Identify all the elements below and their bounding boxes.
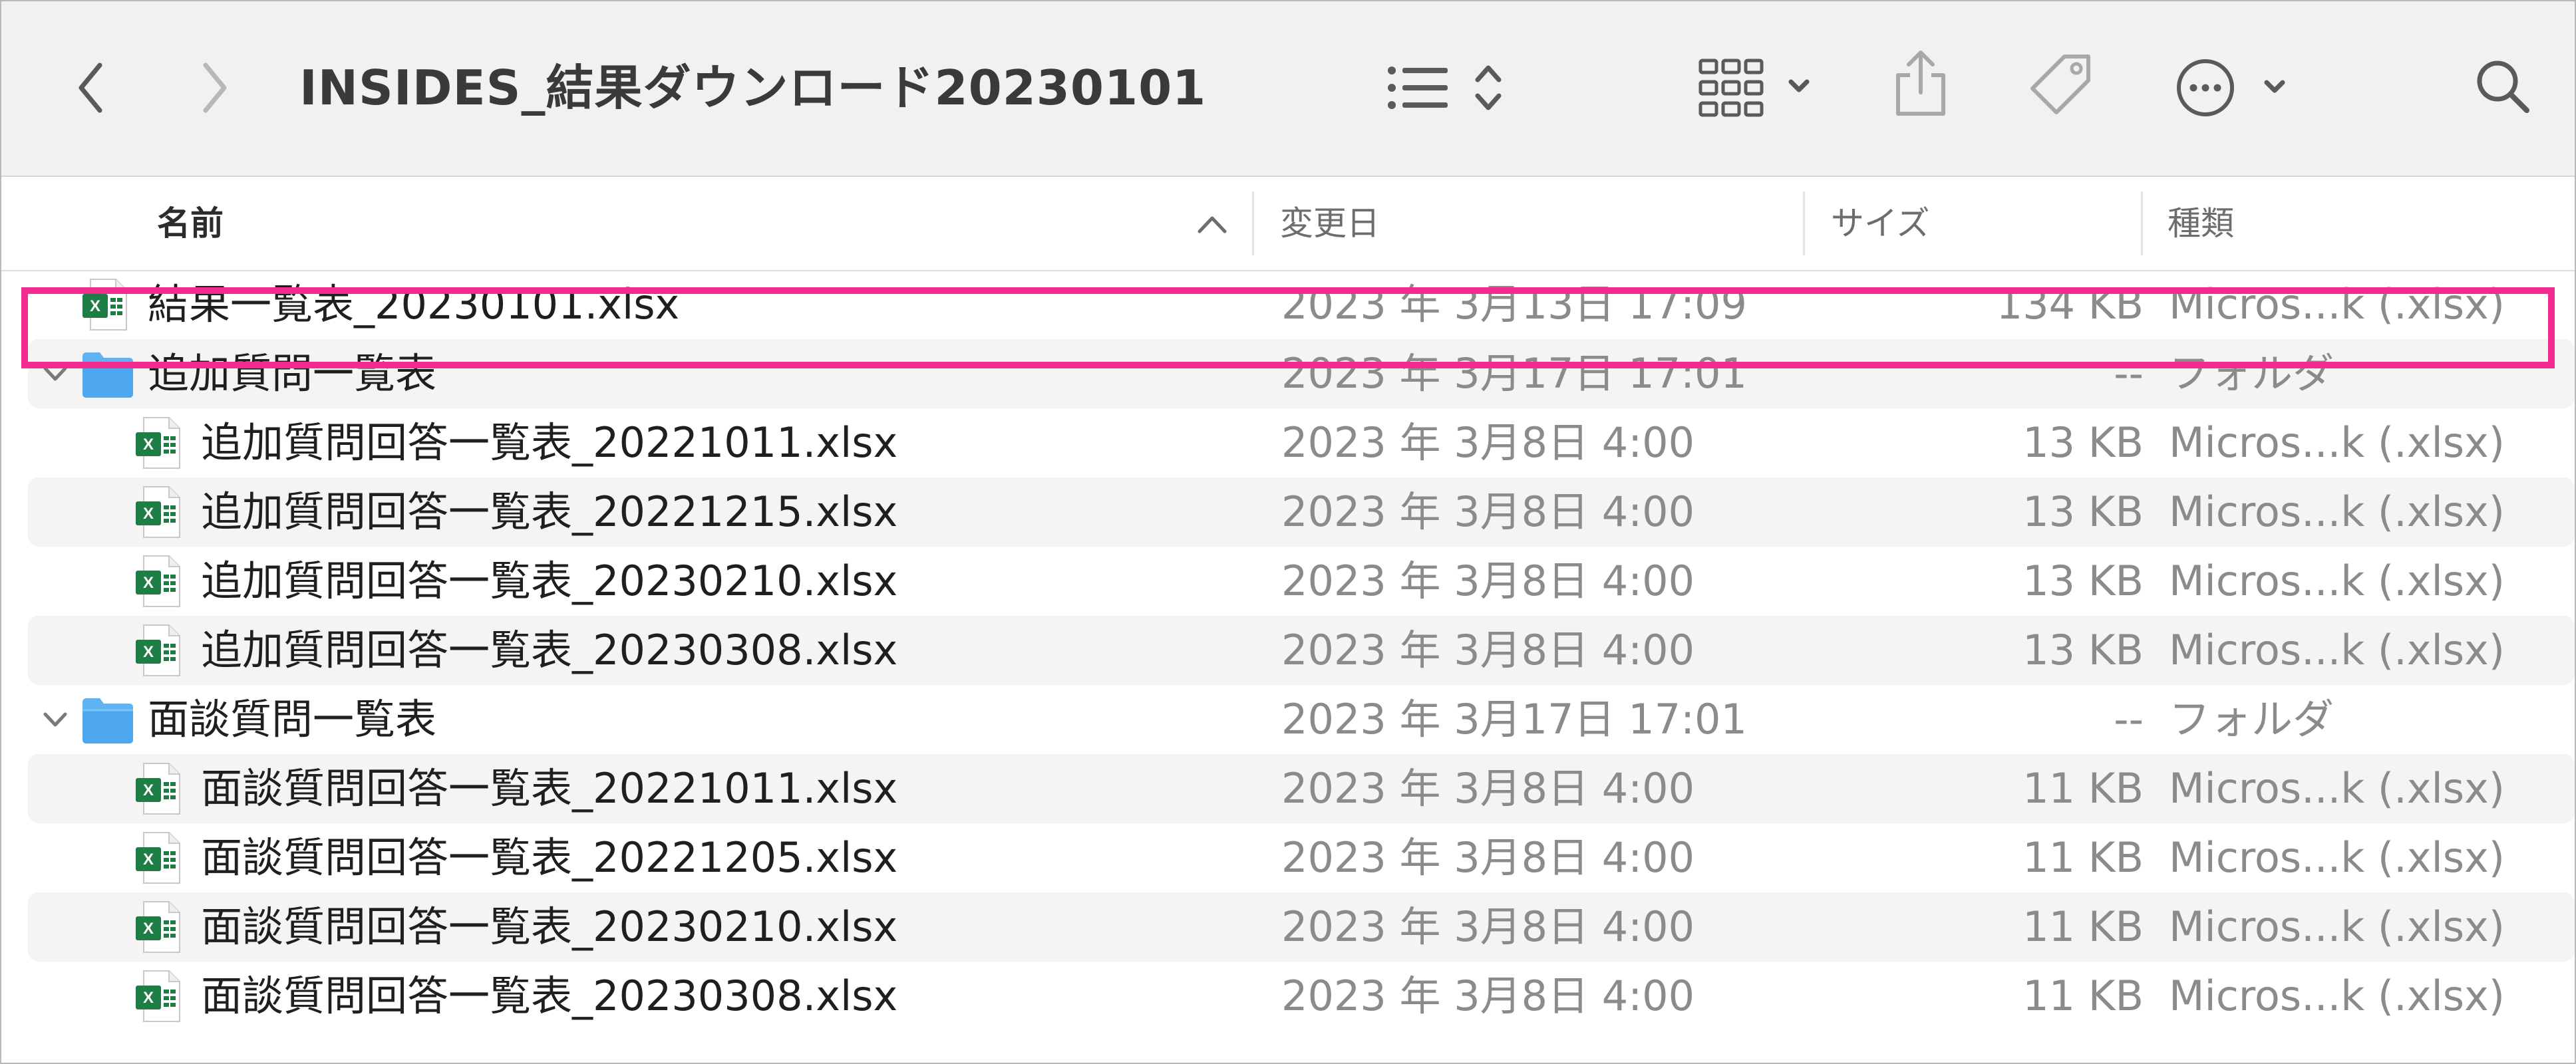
file-size: 13 KB bbox=[2022, 418, 2144, 467]
file-kind: Micros...k (.xlsx) bbox=[2169, 972, 2505, 1020]
file-size: 11 KB bbox=[2022, 902, 2144, 951]
file-name: 面談質問回答一覧表_20230210.xlsx bbox=[201, 902, 898, 951]
file-kind: Micros...k (.xlsx) bbox=[2169, 833, 2505, 882]
file-row[interactable]: X 追加質問回答一覧表_20221215.xlsx 2023 年 3月8日 4:00… bbox=[28, 477, 2575, 547]
svg-text:X: X bbox=[143, 781, 154, 799]
excel-file-icon: X bbox=[134, 624, 181, 680]
disclosure-chevron-icon[interactable] bbox=[39, 704, 72, 737]
column-separator[interactable] bbox=[1252, 192, 1254, 255]
file-kind: Micros...k (.xlsx) bbox=[2169, 557, 2505, 605]
search-button[interactable] bbox=[2470, 53, 2536, 120]
share-icon bbox=[1896, 51, 1945, 116]
svg-text:X: X bbox=[143, 643, 154, 661]
file-row[interactable]: X 面談質問回答一覧表_20230210.xlsx 2023 年 3月8日 4:00… bbox=[28, 892, 2575, 962]
file-modified-date: 2023 年 3月8日 4:00 bbox=[1281, 764, 1695, 813]
file-modified-date: 2023 年 3月17日 17:01 bbox=[1281, 695, 1747, 743]
file-modified-date: 2023 年 3月8日 4:00 bbox=[1281, 972, 1695, 1020]
back-icon bbox=[79, 63, 102, 113]
more-icon bbox=[2177, 59, 2285, 116]
column-kind[interactable]: 種類 bbox=[2168, 177, 2234, 270]
sort-icon bbox=[1475, 65, 1502, 110]
file-kind: Micros...k (.xlsx) bbox=[2169, 626, 2505, 674]
file-kind: Micros...k (.xlsx) bbox=[2169, 764, 2505, 813]
grid-view-icon bbox=[1698, 59, 1810, 117]
tag-icon bbox=[2030, 55, 2090, 114]
forward-button[interactable] bbox=[191, 55, 238, 121]
excel-file-icon: X bbox=[134, 831, 181, 887]
file-modified-date: 2023 年 3月8日 4:00 bbox=[1281, 902, 1695, 951]
file-kind: フォルダ bbox=[2169, 695, 2334, 743]
search-icon bbox=[2477, 61, 2529, 113]
svg-text:X: X bbox=[143, 574, 154, 592]
tag-button[interactable] bbox=[2024, 49, 2097, 122]
file-name: 面談質問一覧表 bbox=[148, 695, 437, 743]
excel-file-icon: X bbox=[134, 762, 181, 818]
file-size: 13 KB bbox=[2022, 487, 2144, 536]
file-size: 11 KB bbox=[2022, 833, 2144, 882]
file-row[interactable]: X 面談質問回答一覧表_20221011.xlsx 2023 年 3月8日 4:00… bbox=[28, 754, 2575, 823]
more-button[interactable] bbox=[2174, 51, 2293, 124]
share-button[interactable] bbox=[1891, 47, 1951, 120]
excel-file-icon: X bbox=[134, 485, 181, 541]
file-modified-date: 2023 年 3月8日 4:00 bbox=[1281, 626, 1695, 674]
list-view-icon bbox=[1388, 66, 1448, 109]
folder-row[interactable]: 面談質問一覧表 2023 年 3月17日 17:01 -- フォルダ bbox=[28, 685, 2575, 754]
file-row[interactable]: X 面談質問回答一覧表_20230308.xlsx 2023 年 3月8日 4:00… bbox=[28, 962, 2575, 1031]
column-separator[interactable] bbox=[1803, 192, 1805, 255]
svg-text:X: X bbox=[143, 851, 154, 868]
file-name: 追加質問回答一覧表_20230210.xlsx bbox=[201, 557, 898, 605]
finder-window: INSIDES_結果ダウンロード20230101 名前 変更日 サイズ 種類 X… bbox=[0, 0, 2576, 1064]
file-size: 13 KB bbox=[2022, 557, 2144, 605]
file-name: 追加質問回答一覧表_20230308.xlsx bbox=[201, 626, 898, 674]
file-row[interactable]: X 面談質問回答一覧表_20221205.xlsx 2023 年 3月8日 4:00… bbox=[28, 823, 2575, 892]
column-header: 名前 変更日 サイズ 種類 bbox=[1, 177, 2575, 271]
toolbar: INSIDES_結果ダウンロード20230101 bbox=[1, 1, 2575, 177]
column-name[interactable]: 名前 bbox=[157, 177, 224, 270]
svg-text:X: X bbox=[143, 920, 154, 938]
excel-file-icon: X bbox=[134, 900, 181, 956]
file-modified-date: 2023 年 3月8日 4:00 bbox=[1281, 487, 1695, 536]
list-view-button[interactable] bbox=[1385, 55, 1452, 121]
file-modified-date: 2023 年 3月8日 4:00 bbox=[1281, 557, 1695, 605]
column-separator[interactable] bbox=[2141, 192, 2143, 255]
excel-file-icon: X bbox=[134, 416, 181, 472]
file-kind: Micros...k (.xlsx) bbox=[2169, 487, 2505, 536]
file-size: 11 KB bbox=[2022, 764, 2144, 813]
file-size: -- bbox=[2114, 695, 2144, 743]
file-name: 面談質問回答一覧表_20221011.xlsx bbox=[201, 764, 898, 813]
file-size: 13 KB bbox=[2022, 626, 2144, 674]
selection-highlight-box bbox=[21, 287, 2555, 368]
file-row[interactable]: X 追加質問回答一覧表_20230210.xlsx 2023 年 3月8日 4:00… bbox=[28, 547, 2575, 616]
file-name: 追加質問回答一覧表_20221011.xlsx bbox=[201, 418, 898, 467]
file-name: 面談質問回答一覧表_20230308.xlsx bbox=[201, 972, 898, 1020]
file-name: 面談質問回答一覧表_20221205.xlsx bbox=[201, 833, 898, 882]
svg-text:X: X bbox=[143, 989, 154, 1007]
sort-button[interactable] bbox=[1468, 55, 1508, 121]
column-date[interactable]: 変更日 bbox=[1280, 177, 1380, 270]
file-name: 追加質問回答一覧表_20221215.xlsx bbox=[201, 487, 898, 536]
back-button[interactable] bbox=[68, 55, 114, 121]
sort-ascending-icon[interactable] bbox=[1192, 207, 1232, 241]
grid-view-button[interactable] bbox=[1694, 55, 1821, 121]
column-size[interactable]: サイズ bbox=[1831, 177, 1930, 270]
window-title: INSIDES_結果ダウンロード20230101 bbox=[299, 60, 1207, 116]
svg-text:X: X bbox=[143, 505, 154, 523]
file-kind: Micros...k (.xlsx) bbox=[2169, 902, 2505, 951]
file-size: 11 KB bbox=[2022, 972, 2144, 1020]
file-modified-date: 2023 年 3月8日 4:00 bbox=[1281, 833, 1695, 882]
file-row[interactable]: X 追加質問回答一覧表_20221011.xlsx 2023 年 3月8日 4:00… bbox=[28, 408, 2575, 477]
excel-file-icon: X bbox=[134, 970, 181, 1025]
folder-icon bbox=[81, 693, 134, 749]
file-row[interactable]: X 追加質問回答一覧表_20230308.xlsx 2023 年 3月8日 4:00… bbox=[28, 616, 2575, 685]
file-modified-date: 2023 年 3月8日 4:00 bbox=[1281, 418, 1695, 467]
forward-icon bbox=[203, 63, 227, 113]
excel-file-icon: X bbox=[134, 555, 181, 610]
file-kind: Micros...k (.xlsx) bbox=[2169, 418, 2505, 467]
svg-text:X: X bbox=[143, 436, 154, 454]
